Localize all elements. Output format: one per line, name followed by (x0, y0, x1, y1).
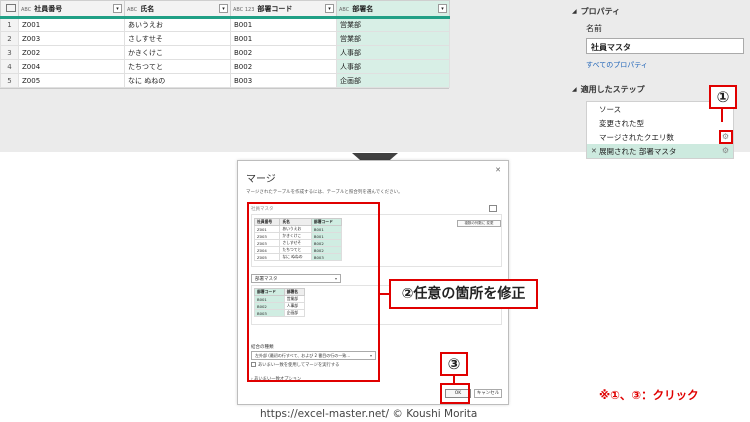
table-row[interactable]: 4 Z004 たちつてと B002 人事部 (0, 59, 450, 74)
table-cell[interactable]: B003 (230, 73, 337, 88)
table-cell[interactable]: たちつてと (124, 59, 231, 74)
table-cell[interactable]: B002 (230, 59, 337, 74)
properties-header[interactable]: ◢ プロパティ (572, 6, 750, 17)
callout-step-2: ②任意の箇所を修正 (389, 279, 538, 309)
table-row[interactable]: 1 Z001 あいうえお B001 営業部 (0, 17, 450, 32)
callout-1-connector (721, 109, 723, 122)
column-header-dept-code[interactable]: ABC 123 部署コード ▾ (230, 0, 337, 19)
query-settings-pane: ◢ プロパティ 名前 社員マスタ すべてのプロパティ ◢ 適用したステップ ソース … (572, 6, 750, 159)
text-type-icon: ABC (339, 6, 350, 13)
row-number[interactable]: 5 (0, 73, 19, 88)
name-label: 名前 (586, 24, 602, 33)
table-cell[interactable]: B002 (230, 45, 337, 60)
callout-step-3: ③ (440, 352, 468, 376)
step-merged-queries[interactable]: マージされたクエリ数 ⚙ (587, 130, 733, 144)
table-row[interactable]: 2 Z003 さしすせそ B001 営業部 (0, 31, 450, 46)
table-cell[interactable]: Z005 (18, 73, 125, 88)
column-header-employee-id[interactable]: ABC 社員番号 ▾ (18, 0, 125, 19)
column-hint: 複数の列数に 変更 (457, 220, 501, 227)
table-cell[interactable]: Z001 (18, 17, 125, 32)
row-number[interactable]: 1 (0, 17, 19, 32)
filter-icon[interactable]: ▾ (113, 4, 122, 13)
applied-steps-list: ソース 変更された型 マージされたクエリ数 ⚙ ✕ 展開された 部署マスタ ⚙ (586, 101, 734, 159)
column-header-name[interactable]: ABC 氏名 ▾ (124, 0, 231, 19)
grid-corner[interactable] (0, 0, 19, 19)
any-type-icon: ABC 123 (233, 6, 255, 13)
table-preview-icon[interactable] (489, 205, 497, 212)
row-number[interactable]: 4 (0, 59, 19, 74)
table-icon (6, 3, 16, 12)
table-cell[interactable]: 営業部 (336, 31, 450, 46)
click-note: ※①、③：クリック (599, 388, 699, 402)
table-row[interactable]: 5 Z005 なに ぬねの B003 企画部 (0, 73, 450, 88)
dialog-description: マージされたテーブルを作成するには、テーブルと照合列を選んでください。 (246, 190, 403, 195)
step-changed-type[interactable]: 変更された型 (587, 116, 733, 130)
table-cell[interactable]: なに ぬねの (124, 73, 231, 88)
text-type-icon: ABC (127, 6, 138, 13)
dialog-title: マージ (246, 174, 276, 185)
table-cell[interactable]: 人事部 (336, 45, 450, 60)
data-grid: ABC 社員番号 ▾ ABC 氏名 ▾ ABC 123 部署コード ▾ ABC 部署名 ▾ 1Z… (0, 0, 450, 89)
table-cell[interactable]: 企画部 (336, 73, 450, 88)
table-cell[interactable]: 人事部 (336, 59, 450, 74)
step-expanded-dept-master[interactable]: ✕ 展開された 部署マスタ ⚙ (587, 144, 733, 158)
ok-button-highlight (440, 383, 470, 404)
all-properties-link[interactable]: すべてのプロパティ (586, 60, 750, 70)
table-cell[interactable]: Z002 (18, 45, 125, 60)
row-number[interactable]: 3 (0, 45, 19, 60)
gear-icon[interactable]: ⚙ (722, 146, 729, 155)
callout-2-connector (380, 293, 389, 295)
table-cell[interactable]: B001 (230, 17, 337, 32)
filter-icon[interactable]: ▾ (325, 4, 334, 13)
footer-credit: https://excel-master.net/ © Koushi Morit… (260, 408, 478, 420)
collapse-triangle-icon: ◢ (572, 8, 577, 15)
filter-icon[interactable]: ▾ (438, 4, 447, 13)
table-cell[interactable]: Z004 (18, 59, 125, 74)
table-cell[interactable]: 営業部 (336, 17, 450, 32)
table-row[interactable]: 3 Z002 かきくけこ B002 人事部 (0, 45, 450, 60)
table-cell[interactable]: B001 (230, 31, 337, 46)
table-cell[interactable]: かきくけこ (124, 45, 231, 60)
cancel-button[interactable]: キャンセル (474, 389, 502, 398)
gear-highlight-box (719, 130, 733, 144)
table-cell[interactable]: Z003 (18, 31, 125, 46)
query-name-input[interactable]: 社員マスタ (586, 38, 744, 54)
delete-step-icon[interactable]: ✕ (591, 147, 599, 155)
table-cell[interactable]: さしすせそ (124, 31, 231, 46)
collapse-triangle-icon: ◢ (572, 86, 577, 93)
table-cell[interactable]: あいうえお (124, 17, 231, 32)
close-icon[interactable]: ✕ (495, 166, 501, 174)
editable-area-highlight (247, 202, 380, 382)
callout-step-1: ① (709, 85, 737, 109)
column-header-dept-name[interactable]: ABC 部署名 ▾ (336, 0, 450, 19)
row-number[interactable]: 2 (0, 31, 19, 46)
text-type-icon: ABC (21, 6, 32, 13)
filter-icon[interactable]: ▾ (219, 4, 228, 13)
